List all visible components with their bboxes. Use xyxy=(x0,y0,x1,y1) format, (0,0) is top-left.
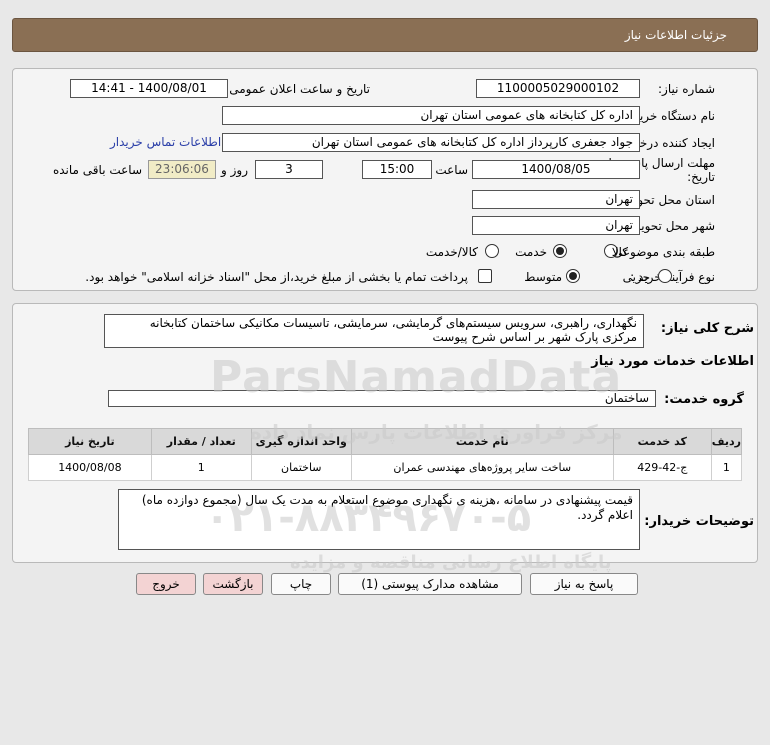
process-radio-medium[interactable] xyxy=(566,269,580,283)
process-radio-minor[interactable] xyxy=(658,269,672,283)
treasury-checkbox[interactable] xyxy=(478,269,492,283)
col-unit: واحد اندازه گیری xyxy=(250,428,352,455)
days-label: روز و xyxy=(221,163,248,177)
province-field: تهران xyxy=(472,190,640,209)
cell-quantity: 1 xyxy=(150,454,252,481)
col-quantity: تعداد / مقدار xyxy=(150,428,252,455)
services-title: اطلاعات خدمات مورد نیاز xyxy=(591,354,754,369)
cell-service-code: ج-42-429 xyxy=(612,454,712,481)
category-radio-goods-service[interactable] xyxy=(485,244,499,258)
cell-service-name: ساخت سایر پروژه‌های مهندسی عمران xyxy=(350,454,614,481)
col-service-name: نام خدمت xyxy=(350,428,614,455)
print-button[interactable]: چاپ xyxy=(271,573,331,595)
service-group-field: ساختمان xyxy=(108,390,656,407)
category-goods-label: کالا xyxy=(611,245,628,259)
deadline-time-field: 15:00 xyxy=(362,160,432,179)
buyer-notes-line-1: قیمت پیشنهادی در سامانه ،هزینه ی نگهداری… xyxy=(141,493,633,507)
summary-label: شرح کلی نیاز: xyxy=(660,321,754,336)
treasury-note: پرداخت تمام یا بخشی از مبلغ خرید،از محل … xyxy=(85,270,468,284)
need-number-label: شماره نیاز: xyxy=(658,82,715,96)
cell-row: 1 xyxy=(710,454,743,481)
city-label: شهر محل تحویل: xyxy=(628,219,715,233)
buyer-org-field: اداره کل کتابخانه های عمومی استان تهران xyxy=(222,106,640,125)
announce-label: تاریخ و ساعت اعلان عمومی: xyxy=(225,82,370,96)
services-table: ردیف کد خدمت نام خدمت واحد اندازه گیری ت… xyxy=(28,428,743,481)
buyer-notes-label: توضیحات خریدار: xyxy=(644,514,754,529)
city-field: تهران xyxy=(472,216,640,235)
col-row: ردیف xyxy=(710,428,743,455)
table-header-row: ردیف کد خدمت نام خدمت واحد اندازه گیری ت… xyxy=(28,428,743,455)
page-header: جزئیات اطلاعات نیاز xyxy=(12,18,758,52)
days-field: 3 xyxy=(255,160,323,179)
need-number-field: 1100005029000102 xyxy=(476,79,640,98)
announce-field: 1400/08/01 - 14:41 xyxy=(70,79,228,98)
remaining-label: ساعت باقی مانده xyxy=(52,163,142,177)
summary-line-2: مرکزی پارک شهر بر اساس شرح پیوست xyxy=(432,330,637,344)
table-row: 1 ج-42-429 ساخت سایر پروژه‌های مهندسی عم… xyxy=(28,454,743,481)
process-minor-label: جزیی xyxy=(622,270,650,284)
time-label: ساعت xyxy=(435,163,468,177)
cell-unit: ساختمان xyxy=(250,454,352,481)
page-title: جزئیات اطلاعات نیاز xyxy=(624,28,727,42)
creator-field: جواد جعفری کارپرداز اداره کل کتابخانه ها… xyxy=(222,133,640,152)
back-button[interactable]: بازگشت xyxy=(203,573,263,595)
process-medium-label: متوسط xyxy=(524,270,562,284)
col-need-date: تاریخ نیاز xyxy=(28,428,152,455)
category-radio-service[interactable] xyxy=(553,244,567,258)
remaining-time-field: 23:06:06 xyxy=(148,160,216,179)
cell-need-date: 1400/08/08 xyxy=(28,454,152,481)
col-service-code: کد خدمت xyxy=(612,428,712,455)
buyer-notes-line-2: اعلام گردد. xyxy=(577,508,633,522)
summary-field: نگهداری، راهبری، سرویس سیستم‌های گرمایشی… xyxy=(104,314,644,348)
category-service-label: خدمت xyxy=(515,245,547,259)
service-group-label: گروه خدمت: xyxy=(664,392,744,407)
reply-button[interactable]: پاسخ به نیاز xyxy=(530,573,638,595)
exit-button[interactable]: خروج xyxy=(136,573,196,595)
deadline-date-field: 1400/08/05 xyxy=(472,160,640,179)
contact-buyer-link[interactable]: اطلاعات تماس خریدار xyxy=(110,135,221,149)
attachments-button[interactable]: مشاهده مدارک پیوستی (1) xyxy=(338,573,522,595)
summary-line-1: نگهداری، راهبری، سرویس سیستم‌های گرمایشی… xyxy=(149,316,637,330)
buyer-notes-field: قیمت پیشنهادی در سامانه ،هزینه ی نگهداری… xyxy=(118,489,640,550)
category-goods-service-label: کالا/خدمت xyxy=(425,245,478,259)
